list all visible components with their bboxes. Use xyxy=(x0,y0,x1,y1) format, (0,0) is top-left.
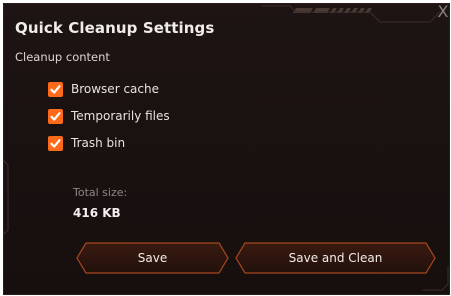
checkmark-icon xyxy=(50,84,61,94)
temporarily-files-label: Temporarily files xyxy=(71,109,170,123)
save-button[interactable]: Save xyxy=(76,242,229,274)
save-button-label: Save xyxy=(137,251,168,265)
total-size-value: 416 KB xyxy=(73,206,121,220)
total-size-label: Total size: xyxy=(73,186,128,199)
temporarily-files-checkbox[interactable] xyxy=(48,108,63,124)
save-and-clean-button-label: Save and Clean xyxy=(288,251,383,265)
checkmark-icon xyxy=(50,111,61,121)
dialog-title: Quick Cleanup Settings xyxy=(15,19,215,37)
trash-bin-label: Trash bin xyxy=(71,136,126,150)
temporarily-files-option[interactable]: Temporarily files xyxy=(48,107,170,125)
trash-bin-option[interactable]: Trash bin xyxy=(48,134,125,152)
save-and-clean-button[interactable]: Save and Clean xyxy=(235,242,436,274)
cleanup-content-label: Cleanup content xyxy=(15,50,110,64)
browser-cache-checkbox[interactable] xyxy=(48,81,63,97)
browser-cache-label: Browser cache xyxy=(71,82,159,96)
close-icon[interactable]: X xyxy=(436,3,450,21)
trash-bin-checkbox[interactable] xyxy=(48,135,63,151)
checkmark-icon xyxy=(50,138,61,148)
browser-cache-option[interactable]: Browser cache xyxy=(48,80,159,98)
